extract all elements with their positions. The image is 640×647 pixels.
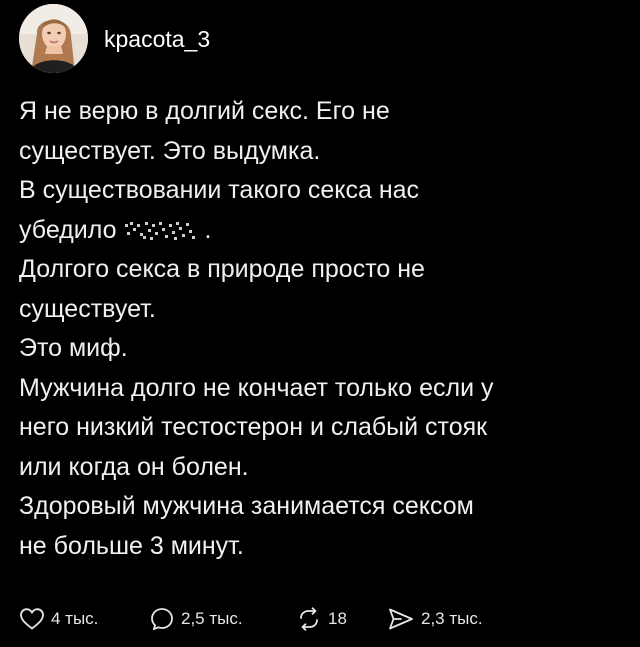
like-button[interactable]: 4 тыс. — [19, 604, 98, 634]
post-text-segment: убедило — [19, 215, 117, 244]
post-text-segment: . — [204, 215, 212, 244]
user-avatar-photo — [19, 4, 88, 73]
share-button[interactable]: 2,3 тыс. — [387, 604, 483, 634]
avatar[interactable] — [19, 4, 88, 73]
post-text-line: или когда он болен. — [19, 452, 249, 481]
post-text-line: существует. — [19, 294, 156, 323]
heart-icon — [20, 608, 44, 630]
post-text-line: не больше 3 минут. — [19, 531, 244, 560]
post-text-line: Здоровый мужчина занимается сексом — [19, 492, 474, 520]
like-count: 4 тыс. — [51, 609, 99, 628]
post-text-line: В существовании такого секса нас — [19, 176, 420, 204]
post-text-line: Я не верю в долгий секс. Его не — [19, 97, 390, 125]
share-count: 2,3 тыс. — [421, 609, 483, 628]
post-text: Я не верю в долгий секс. Его не существу… — [19, 92, 619, 566]
post-card: kpacota_3 Я не верю в долгий секс. Его н… — [0, 0, 640, 647]
post-text-line: него низкий тестостерон и слабый стояк — [19, 413, 488, 441]
post-text-line: Мужчина долго не кончает только если у — [19, 373, 494, 402]
post-text-line: существует. Это выдумка. — [19, 136, 321, 165]
post-text-line-censored: убедило . — [19, 211, 619, 251]
post-text-line: Долгого секса в природе просто не — [19, 255, 425, 283]
post-text-line: Это миф. — [19, 334, 128, 362]
username[interactable]: kpacota_3 — [104, 24, 210, 54]
comment-count: 2,5 тыс. — [181, 609, 243, 628]
repost-icon — [300, 607, 318, 631]
comment-icon — [151, 608, 173, 631]
share-icon — [389, 608, 413, 630]
repost-button[interactable]: 18 — [296, 604, 347, 634]
comment-button[interactable]: 2,5 тыс. — [149, 604, 243, 634]
censored-word — [121, 215, 205, 240]
repost-count: 18 — [328, 609, 347, 628]
